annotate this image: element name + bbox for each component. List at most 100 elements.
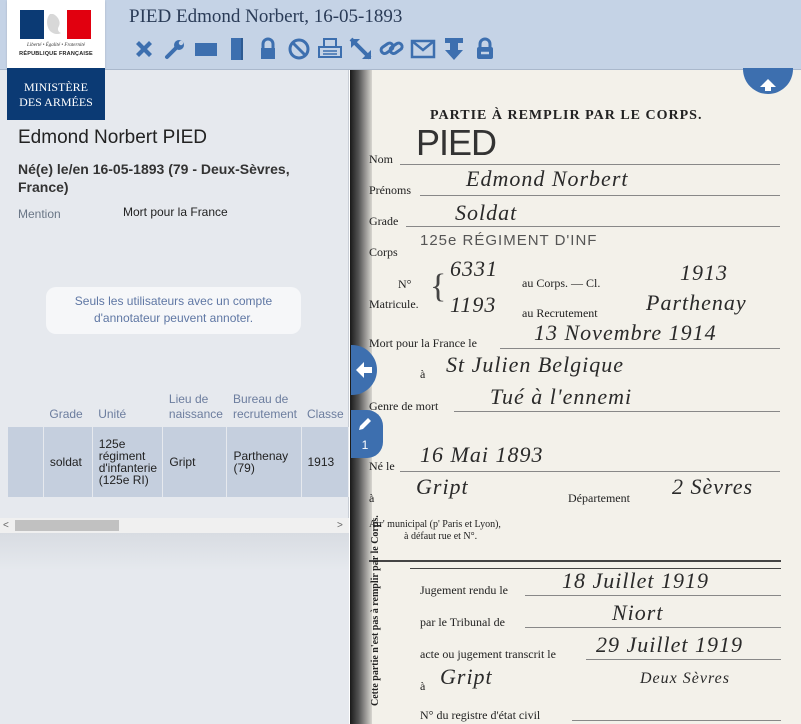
handwriting-transcrit: 29 Juillet 1919 [596,632,743,657]
document-viewer[interactable]: PARTIE À REMPLIR PAR LE CORPS. Nom PIED … [350,70,801,724]
handwriting-prenoms: Edmond Norbert [466,166,629,191]
wrench-icon [164,40,184,59]
info-panel: Edmond Norbert PIED Né(e) le/en 16-05-18… [0,70,349,724]
handwriting-genre: Tué à l'ennemi [490,384,633,409]
column-header-birthplace: Lieu de naissance [168,392,223,421]
arrow-up-icon [760,79,776,91]
label-registre: N° du registre d'état civil [420,708,541,722]
close-button[interactable] [128,35,159,63]
column-header-grade: Grade [49,407,83,421]
single-page-icon [194,43,217,56]
table-cell-class: 1913 [301,427,349,497]
handwriting-mort-lieu: St Julien Belgique [446,352,625,377]
link-button[interactable] [376,35,407,63]
mention-label: Mention [18,207,61,221]
lock-button[interactable] [252,35,283,63]
label-arr: Arr' municipal (p' Paris et Lyon), [369,519,501,530]
column-header-unit: Unité [98,407,127,421]
label-defaut: à défaut rue et N°. [404,531,478,542]
column-header [8,385,43,427]
label-mort: Mort pour la France le [369,336,477,350]
annotations-button[interactable]: 1 [351,410,383,458]
block-icon [288,38,309,60]
ministry-logo[interactable]: Liberté • Égalité • Fraternité RÉPUBLIQU… [7,0,105,120]
column-header-recruitment: Bureau de recrutement [232,392,297,421]
handwriting-recrutement: Parthenay [646,290,747,315]
handwriting-ne-lieu: Gript [416,474,469,499]
table-row[interactable]: soldat 125e régiment d'infanterie (125e … [8,427,349,497]
handwriting-corps: 125e RÉGIMENT D'INF [420,232,598,249]
settings-button[interactable] [159,35,190,63]
label-jugement: Jugement rendu le [420,583,508,597]
block-button[interactable] [283,35,314,63]
handwriting-mort-date: 13 Novembre 1914 [534,320,717,345]
table-header-row: Grade Unité Lieu de naissance Bureau de … [8,385,349,427]
handwriting-no-corps: 6331 [450,256,498,281]
handwriting-no-recrutement: 1193 [450,292,497,317]
handwriting-nom: PIED [416,122,497,163]
horizontal-scrollbar[interactable]: < > [0,518,349,533]
header-bar: PIED Edmond Norbert, 16-05-1893 [0,0,801,70]
handwriting-jugement-date: 18 Juillet 1919 [562,568,709,593]
label-matricule: Matricule. [369,297,419,311]
ministry-name: MINISTÈRE DES ARMÉES [19,80,93,109]
vertical-layout-button[interactable] [221,35,252,63]
handwriting-transcrit-dept: Deux Sèvres [640,670,730,687]
close-icon [135,41,152,57]
fullscreen-button[interactable] [345,35,376,63]
person-name: Edmond Norbert PIED [18,127,208,148]
label-acte: acte ou jugement transcrit le [420,647,556,661]
label-a2: à [369,491,375,505]
handwriting-classe: 1913 [680,260,728,285]
label-no: N° [398,277,412,291]
unlock-button[interactable] [469,35,500,63]
label-au-corps: au Corps. — Cl. [522,276,601,290]
label-nom: Nom [369,152,393,166]
service-table: Grade Unité Lieu de naissance Bureau de … [0,385,349,497]
annotation-count: 1 [361,438,369,452]
table-cell-birthplace: Gript [162,427,228,497]
handwriting-grade: Soldat [455,200,518,225]
label-departement: Département [568,491,630,505]
side-note: Cette partie n'est pas à remplir par le … [370,515,381,706]
label-grade: Grade [369,214,399,228]
label-corps: Corps [369,245,398,259]
mention-value: Mort pour la France [123,205,228,219]
arrow-left-icon [356,362,372,378]
page-title: PIED Edmond Norbert, 16-05-1893 [129,6,403,27]
handwriting-departement: 2 Sèvres [672,474,754,499]
email-button[interactable] [407,35,438,63]
single-page-button[interactable] [190,35,221,63]
download-button[interactable] [438,35,469,63]
print-button[interactable] [314,35,345,63]
logo-motto: Liberté • Égalité • Fraternité [27,43,85,48]
table-cell-grade: soldat [43,427,93,497]
label-ne: Né le [369,459,395,473]
label-tribunal: par le Tribunal de [420,615,505,629]
link-icon [379,41,404,56]
label-prenoms: Prénoms [369,183,411,197]
handwriting-tribunal: Niort [612,600,664,625]
scrollbar-thumb[interactable] [15,520,119,531]
label-a1: à [420,367,426,381]
print-icon [317,38,342,58]
unlock-icon [476,37,493,59]
marianne-icon [20,10,91,39]
email-icon [410,39,435,59]
scroll-right-icon[interactable]: > [337,520,343,531]
birth-info: Né(e) le/en 16-05-1893 (79 - Deux-Sèvres… [18,161,290,195]
handwriting-ne-date: 16 Mai 1893 [420,442,544,467]
logo-republic: RÉPUBLIQUE FRANÇAISE [19,51,93,57]
scroll-left-icon[interactable]: < [3,520,9,531]
label-a3: à [420,679,426,693]
table-cell-unit: 125e régiment d'infanterie (125e RI) [92,427,164,497]
lock-icon [260,37,275,59]
pencil-icon [359,418,371,430]
table-cell-recruitment: Parthenay (79) [226,427,302,497]
label-au-recrutement: au Recrutement [522,306,598,320]
toolbar [128,35,500,63]
handwriting-transcrit-lieu: Gript [440,664,493,689]
vertical-layout-icon [230,38,243,60]
column-header-class: Classe [307,407,344,421]
fullscreen-icon [349,37,371,60]
